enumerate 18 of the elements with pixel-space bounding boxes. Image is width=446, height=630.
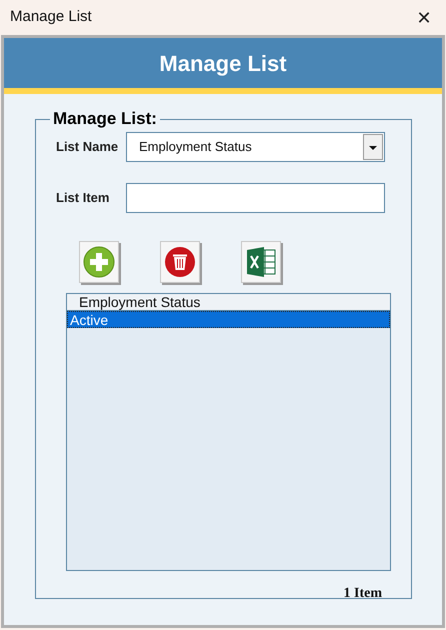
item-count: 1 Item [344,585,382,603]
close-button[interactable]: ✕ [412,6,436,30]
spreadsheet-icon [245,245,277,279]
header-title: Manage List [159,50,287,78]
list-item-field[interactable] [126,183,385,213]
list-item[interactable]: Employment Status [67,294,390,311]
list-item[interactable]: Active [67,311,390,328]
list-name-label: List Name [56,138,120,156]
delete-button[interactable] [160,241,200,283]
list-name-dropdown[interactable]: Employment Status [126,132,385,162]
list-box[interactable]: Employment Status Active [66,293,391,571]
export-button[interactable] [241,241,281,283]
window-title: Manage List [10,7,92,28]
trash-icon [164,246,196,278]
group-legend: Manage List: [50,110,160,128]
list-item-label: List Item [56,189,110,208]
add-button[interactable] [79,241,119,283]
add-icon [83,246,115,278]
